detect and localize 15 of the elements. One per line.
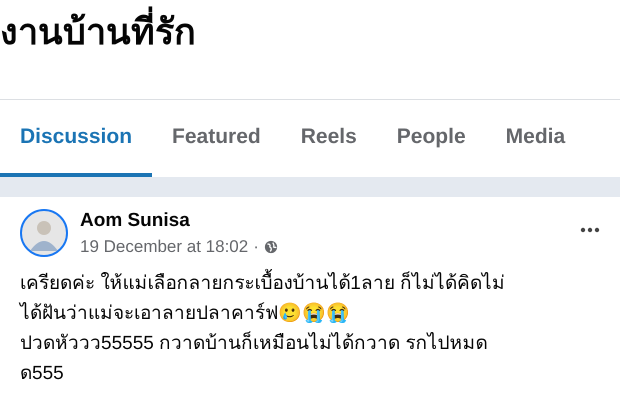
tab[interactable]: Reels <box>280 100 377 177</box>
author-name[interactable]: Aom Sunisa <box>80 209 580 233</box>
globe-icon <box>264 240 278 254</box>
post-time[interactable]: 19 December at 18:02 <box>80 237 248 257</box>
avatar[interactable] <box>20 209 68 257</box>
separator: · <box>253 237 259 257</box>
post-text: ด555 <box>20 362 64 386</box>
tab[interactable]: Media <box>486 100 586 177</box>
more-options-icon[interactable] <box>580 227 600 233</box>
tab[interactable]: People <box>376 100 486 177</box>
group-title: งานบ้านที่รัก <box>0 0 620 56</box>
post-text: ได้ฝันว่าแม่จะเอาลายปลาคาร์ฟ🥲😭😭 <box>20 301 350 326</box>
tab[interactable]: Featured <box>152 100 281 177</box>
post-text: เครียดค่ะ ให้แม่เลือกลายกระเบื้องบ้านได้1ลาย ก็ไม่ได้คิดไม่ <box>20 269 506 299</box>
post-text: ปวดหัววว55555 กวาดบ้านก็เหมือนไม่ได้กวาด รกไปหมด <box>20 330 488 356</box>
